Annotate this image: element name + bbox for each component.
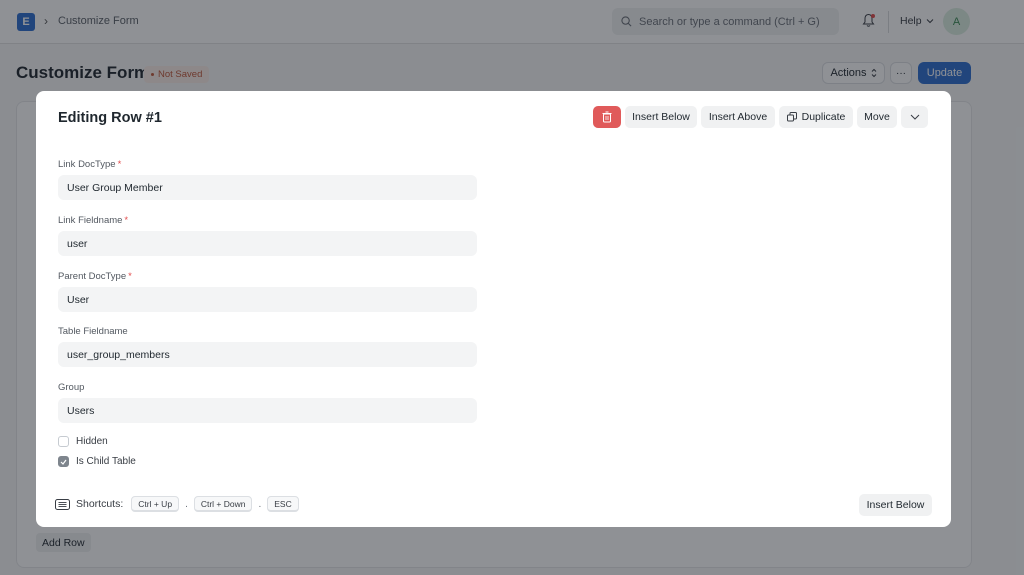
link-fieldname-label: Link Fieldname * <box>58 215 129 226</box>
duplicate-button[interactable]: Duplicate <box>779 106 853 128</box>
shortcut-separator: . <box>185 498 188 510</box>
shortcuts-label: Shortcuts: <box>76 498 124 510</box>
link-doctype-field[interactable]: User Group Member <box>58 175 477 200</box>
shortcut-key: Ctrl + Up <box>131 496 180 512</box>
table-fieldname-label: Table Fieldname <box>58 326 128 337</box>
delete-row-button[interactable] <box>593 106 621 128</box>
parent-doctype-field[interactable]: User <box>58 287 477 312</box>
hidden-checkbox[interactable] <box>58 436 69 447</box>
trash-icon <box>602 111 612 123</box>
dialog-title: Editing Row #1 <box>58 110 162 126</box>
chevron-down-icon <box>910 114 919 120</box>
duplicate-icon <box>786 112 797 122</box>
parent-doctype-label: Parent DocType * <box>58 271 132 282</box>
insert-below-button[interactable]: Insert Below <box>625 106 697 128</box>
table-fieldname-field[interactable]: user_group_members <box>58 342 477 367</box>
hidden-checkbox-row[interactable]: Hidden <box>58 436 108 447</box>
group-field[interactable]: Users <box>58 398 477 423</box>
is-child-table-label: Is Child Table <box>76 456 136 467</box>
shortcut-key: ESC <box>267 496 299 512</box>
footer-insert-below-button[interactable]: Insert Below <box>859 494 932 516</box>
duplicate-label: Duplicate <box>801 111 846 123</box>
shortcut-separator: . <box>258 498 262 510</box>
keyboard-icon <box>55 498 70 510</box>
move-button[interactable]: Move <box>857 106 897 128</box>
collapse-button[interactable] <box>901 106 928 128</box>
link-fieldname-field[interactable]: user <box>58 231 477 256</box>
is-child-table-checkbox[interactable] <box>58 456 69 467</box>
checkmark-icon <box>60 459 67 465</box>
link-doctype-label: Link DocType * <box>58 159 122 170</box>
group-label: Group <box>58 382 85 393</box>
insert-above-button[interactable]: Insert Above <box>701 106 775 128</box>
edit-row-dialog: Editing Row #1 Insert Below Insert Above… <box>36 91 951 527</box>
is-child-table-checkbox-row[interactable]: Is Child Table <box>58 456 136 467</box>
shortcut-key: Ctrl + Down <box>193 496 253 512</box>
hidden-label: Hidden <box>76 436 108 447</box>
shortcuts-bar: Shortcuts: Ctrl + Up . Ctrl + Down . ESC <box>55 496 299 512</box>
